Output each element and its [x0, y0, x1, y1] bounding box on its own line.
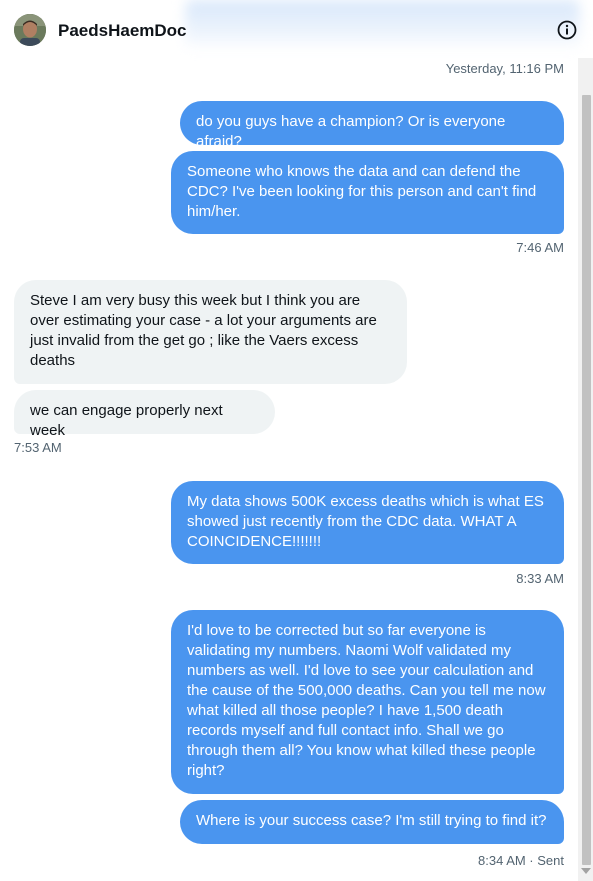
message-bubble-outgoing[interactable]: do you guys have a champion? Or is every… [180, 101, 564, 150]
timestamp: 8:34 AM · Sent [478, 853, 564, 868]
timestamp: 8:33 AM [516, 571, 564, 586]
avatar-image [14, 14, 46, 46]
message-bubble-incoming[interactable]: Steve I am very busy this week but I thi… [14, 280, 407, 384]
conversation-header: PaedsHaemDoc [0, 0, 593, 58]
timestamp: Yesterday, 11:16 PM [445, 61, 564, 76]
info-icon[interactable] [556, 19, 578, 41]
message-bubble-outgoing[interactable]: I'd love to be corrected but so far ever… [171, 610, 564, 794]
scrollbar-thumb[interactable] [582, 95, 591, 865]
conversation-name[interactable]: PaedsHaemDoc [58, 21, 187, 41]
timestamp: 7:53 AM [14, 440, 62, 455]
message-bubble-outgoing[interactable]: Where is your success case? I'm still tr… [180, 800, 564, 844]
message-bubble-incoming[interactable]: we can engage properly next week [14, 390, 275, 439]
avatar[interactable] [14, 14, 46, 46]
message-bubble-outgoing[interactable]: My data shows 500K excess deaths which i… [171, 481, 564, 564]
scroll-down-arrow[interactable] [581, 868, 591, 874]
timestamp: 7:46 AM [516, 240, 564, 255]
header-highlight [185, 0, 580, 50]
message-bubble-outgoing[interactable]: Someone who knows the data and can defen… [171, 151, 564, 234]
